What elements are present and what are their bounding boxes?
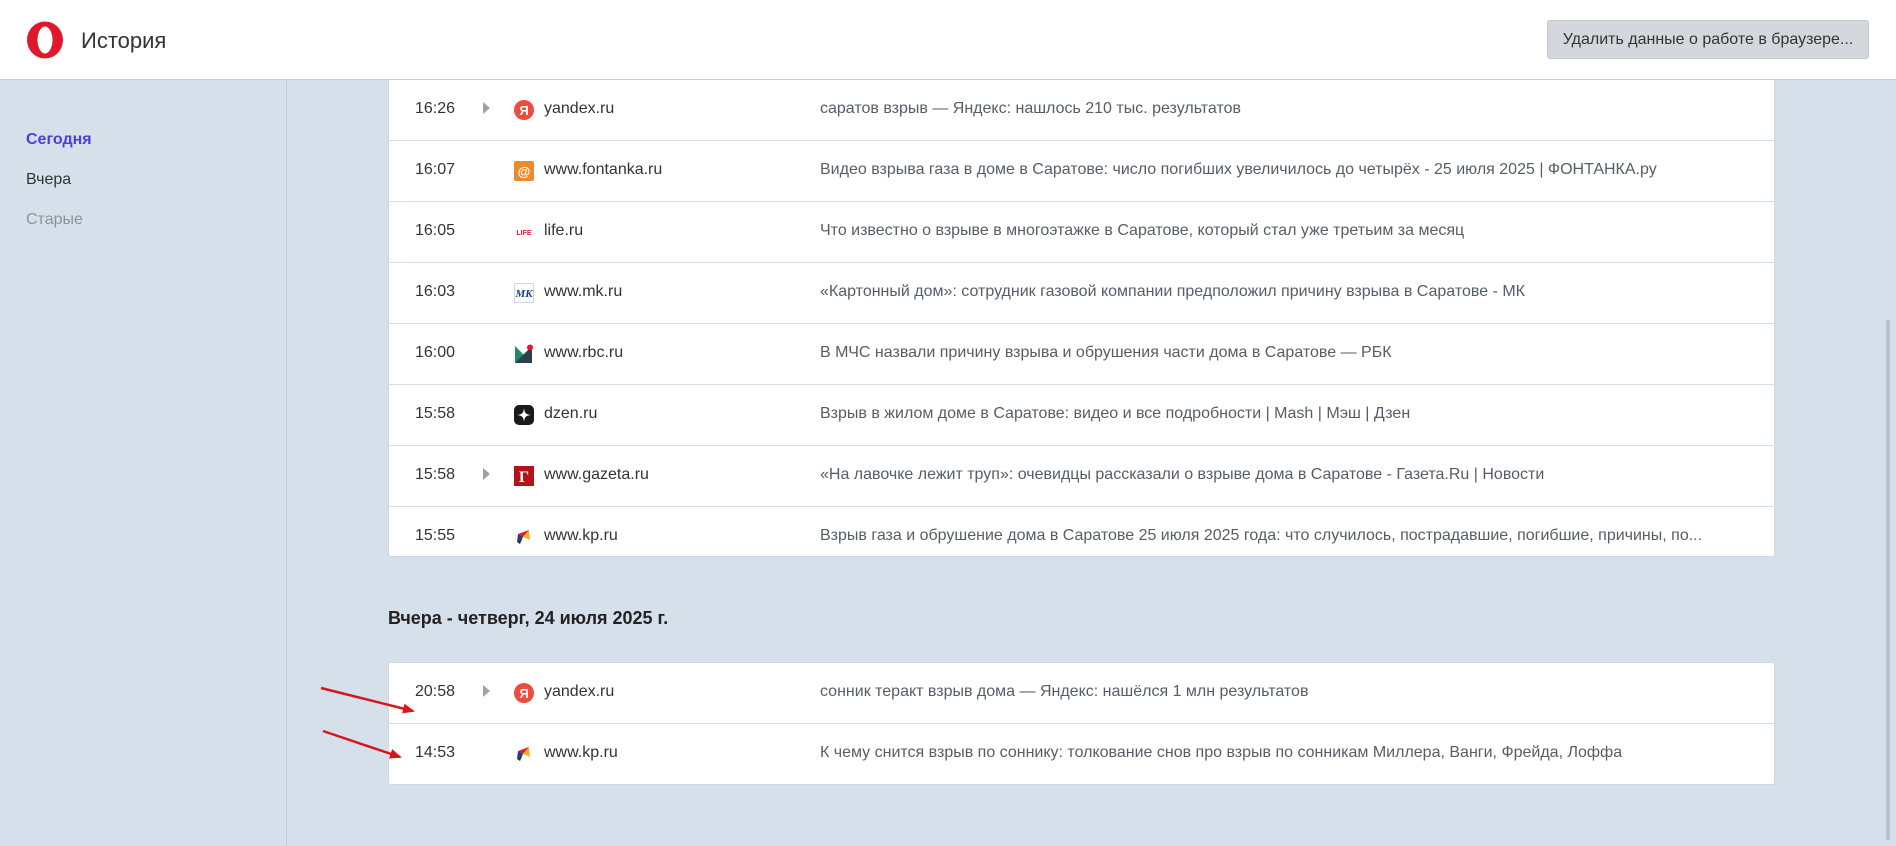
history-row[interactable]: 15:58 Г www.gazeta.ru «На лавочке лежит … xyxy=(389,446,1774,507)
page-title-link[interactable]: «На лавочке лежит труп»: очевидцы расска… xyxy=(820,466,1544,484)
history-row[interactable]: 16:00 www.rbc.ru В МЧС назвали причину в… xyxy=(389,324,1774,385)
svg-text:MK: MK xyxy=(514,288,533,300)
site-domain[interactable]: www.kp.ru xyxy=(544,527,618,545)
sidebar-item-older[interactable]: Старые xyxy=(26,211,83,229)
page-title-link[interactable]: «Картонный дом»: сотрудник газовой компа… xyxy=(820,283,1525,301)
dzen-favicon-icon xyxy=(514,405,534,425)
section-heading-yesterday: Вчера - четверг, 24 июля 2025 г. xyxy=(388,608,669,628)
visit-time: 20:58 xyxy=(415,683,456,700)
site-domain[interactable]: yandex.ru xyxy=(544,100,614,118)
page-title-link[interactable]: сонник теракт взрыв дома — Яндекс: нашёл… xyxy=(820,683,1308,701)
site-domain[interactable]: www.kp.ru xyxy=(544,744,618,762)
top-bar: История Удалить данные о работе в браузе… xyxy=(0,0,1896,80)
site-domain[interactable]: www.rbc.ru xyxy=(544,344,623,362)
visit-time: 15:58 xyxy=(415,405,456,422)
gazeta-favicon-icon: Г xyxy=(514,466,534,486)
history-row[interactable]: 16:26 Я yandex.ru саратов взрыв — Яндекс… xyxy=(389,80,1774,141)
svg-text:LIFE: LIFE xyxy=(516,230,531,237)
visit-time: 15:55 xyxy=(415,527,456,544)
visit-time: 14:53 xyxy=(415,744,456,761)
opera-logo-icon xyxy=(27,21,63,59)
page-title-link[interactable]: Видео взрыва газа в доме в Саратове: чис… xyxy=(820,161,1657,179)
expand-arrow-icon[interactable] xyxy=(483,102,490,114)
history-row[interactable]: 15:58 dzen.ru Взрыв в жилом доме в Сарат… xyxy=(389,385,1774,446)
svg-text:Я: Я xyxy=(519,103,528,118)
visit-time: 15:58 xyxy=(415,466,456,483)
history-row[interactable]: 16:03 MK www.mk.ru «Картонный дом»: сотр… xyxy=(389,263,1774,324)
visit-time: 16:26 xyxy=(415,100,456,117)
site-domain[interactable]: life.ru xyxy=(544,222,583,240)
history-row[interactable]: 16:05 LIFE life.ru Что известно о взрыве… xyxy=(389,202,1774,263)
scrollbar-thumb[interactable] xyxy=(1886,320,1890,840)
history-row[interactable]: 20:58 Я yandex.ru сонник теракт взрыв до… xyxy=(389,663,1774,724)
mk-favicon-icon: MK xyxy=(514,283,534,303)
page-title-link[interactable]: Взрыв в жилом доме в Саратове: видео и в… xyxy=(820,405,1410,423)
page-title-link[interactable]: саратов взрыв — Яндекс: нашлось 210 тыс.… xyxy=(820,100,1241,118)
history-main: 16:26 Я yandex.ru саратов взрыв — Яндекс… xyxy=(288,80,1896,846)
site-domain[interactable]: www.mk.ru xyxy=(544,283,622,301)
site-domain[interactable]: dzen.ru xyxy=(544,405,597,423)
visit-time: 16:07 xyxy=(415,161,456,178)
history-row[interactable]: 15:55 www.kp.ru Взрыв газа и обрушение д… xyxy=(389,507,1774,568)
page-title-link[interactable]: К чему снится взрыв по соннику: толкован… xyxy=(820,744,1622,762)
visit-time: 16:00 xyxy=(415,344,456,361)
history-row[interactable]: 16:07 @ www.fontanka.ru Видео взрыва газ… xyxy=(389,141,1774,202)
expand-arrow-icon[interactable] xyxy=(483,468,490,480)
svg-text:@: @ xyxy=(518,164,531,179)
expand-arrow-icon[interactable] xyxy=(483,685,490,697)
visit-time: 16:05 xyxy=(415,222,456,239)
page-title: История xyxy=(81,28,167,53)
clear-browsing-data-button[interactable]: Удалить данные о работе в браузере... xyxy=(1547,20,1869,59)
yandex-favicon-icon: Я xyxy=(514,683,534,703)
kp-favicon-icon xyxy=(517,530,530,544)
page-title-link[interactable]: Что известно о взрыве в многоэтажке в Са… xyxy=(820,222,1464,240)
page-title-link[interactable]: В МЧС назвали причину взрыва и обрушения… xyxy=(820,344,1392,362)
kp-favicon-icon xyxy=(517,747,530,761)
visit-time: 16:03 xyxy=(415,283,456,300)
site-domain[interactable]: yandex.ru xyxy=(544,683,614,701)
site-domain[interactable]: www.fontanka.ru xyxy=(544,161,662,179)
svg-text:Г: Г xyxy=(519,469,529,486)
rbc-favicon-icon xyxy=(515,344,533,363)
svg-text:Я: Я xyxy=(519,686,528,701)
history-card-yesterday: 20:58 Я yandex.ru сонник теракт взрыв до… xyxy=(388,662,1775,785)
fontanka-favicon-icon: @ xyxy=(514,161,534,181)
sidebar: Сегодня Вчера Старые xyxy=(0,80,287,846)
sidebar-item-yesterday[interactable]: Вчера xyxy=(26,171,71,189)
sidebar-item-today[interactable]: Сегодня xyxy=(26,131,92,149)
page-title-link[interactable]: Взрыв газа и обрушение дома в Саратове 2… xyxy=(820,527,1702,545)
history-card-today: 16:26 Я yandex.ru саратов взрыв — Яндекс… xyxy=(388,80,1775,557)
life-favicon-icon: LIFE xyxy=(514,222,534,242)
site-domain[interactable]: www.gazeta.ru xyxy=(544,466,649,484)
history-row[interactable]: 14:53 www.kp.ru К чему снится взрыв по с… xyxy=(389,724,1774,785)
yandex-favicon-icon: Я xyxy=(514,100,534,120)
